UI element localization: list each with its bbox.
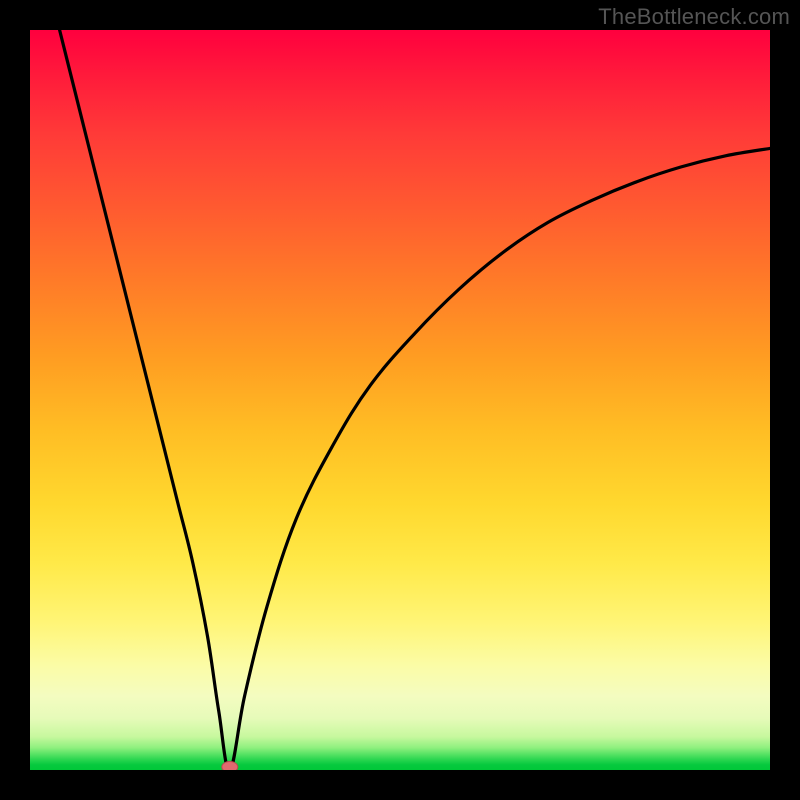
chart-frame: TheBottleneck.com	[0, 0, 800, 800]
plot-area	[30, 30, 770, 770]
bottleneck-curve	[60, 30, 770, 770]
min-point-marker	[222, 762, 238, 771]
curve-layer	[30, 30, 770, 770]
watermark-text: TheBottleneck.com	[598, 4, 790, 30]
